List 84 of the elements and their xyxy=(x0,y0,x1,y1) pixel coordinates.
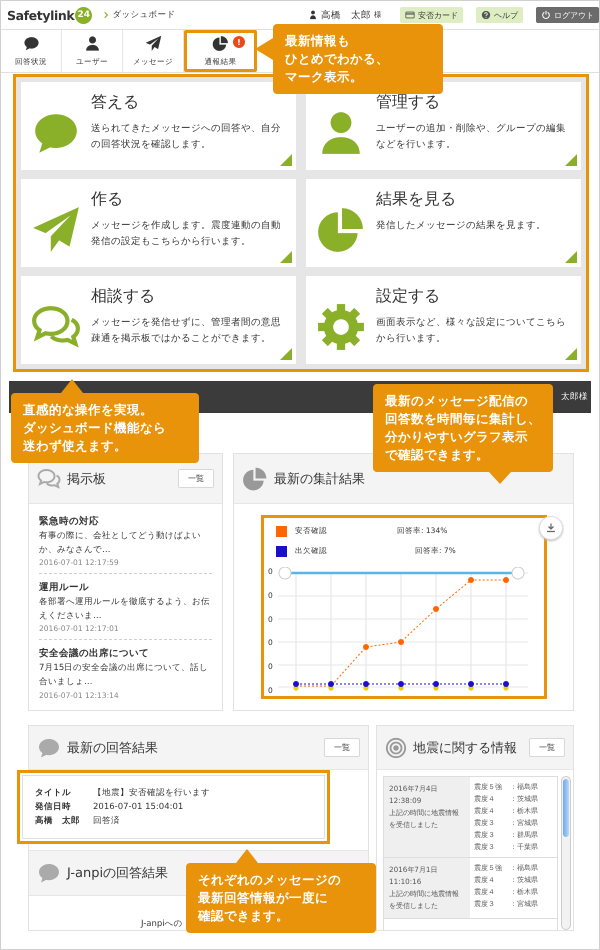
logo-text[interactable]: Safetylink xyxy=(7,8,74,22)
corner-mark xyxy=(280,348,292,360)
post-excerpt: 各部署へ運用ルールを徹底するよう、お伝えくださいま… xyxy=(39,596,211,623)
user-name: 高橋 太郎 xyxy=(321,8,371,22)
field-label: 高橋 太郎 xyxy=(35,814,81,828)
list-button[interactable]: 一覧 xyxy=(178,469,214,488)
corner-mark xyxy=(565,348,577,360)
card-description: メッセージを発信せずに、管理者間の意思疎通を掲示板ではかることができます。 xyxy=(91,316,282,346)
menu-card[interactable]: 作る メッセージを作成します。震度連動の自動発信の設定もこちらから行います。 xyxy=(21,179,296,267)
panel-title: J-anpiの回答結果 xyxy=(67,865,168,882)
menu-card[interactable]: 相談する メッセージを発信せずに、管理者間の意思疎通を掲示板ではかることができます。 xyxy=(21,276,296,364)
callout-text: ダッシュボード機能なら xyxy=(23,419,166,437)
pie-chart-icon xyxy=(316,205,366,255)
callout-text: 直感的な操作を実現。 xyxy=(23,401,153,419)
download-icon xyxy=(545,522,557,534)
card-description: 画面表示など、様々な設定についてこちらから行います。 xyxy=(376,316,567,346)
panel-title: 掲示板 xyxy=(67,470,106,488)
callout-text: 迷わず使えます。 xyxy=(23,437,127,455)
post-excerpt: 有事の際に、会社としてどう動けばよいか、みなさんで… xyxy=(39,530,202,557)
chevron-icon xyxy=(102,11,110,19)
id-card-icon xyxy=(405,10,415,20)
callout-text: 分かりやすいグラフ表示 xyxy=(385,428,528,446)
panel-title: 最新の集計結果 xyxy=(274,470,365,488)
target-icon xyxy=(385,736,407,758)
list-button[interactable]: 一覧 xyxy=(324,738,360,757)
janpi-message: J-anpiへの xyxy=(141,919,183,930)
person-icon xyxy=(84,35,100,52)
post-title[interactable]: 安全会議の出席について xyxy=(39,647,212,660)
pie-chart-icon xyxy=(212,35,229,52)
list-button[interactable]: 一覧 xyxy=(529,738,565,757)
logo-badge: 24 xyxy=(75,6,92,24)
corner-mark xyxy=(565,154,577,166)
speech-bubble-icon xyxy=(37,861,61,886)
callout-text: ひとめでわかる、 xyxy=(285,50,389,68)
menu-card[interactable]: 答える 送られてきたメッセージへの回答や、自分の回答状況を確認します。 xyxy=(21,82,296,170)
speech-bubbles-icon xyxy=(37,466,61,490)
scrollbar[interactable] xyxy=(561,776,571,930)
card-title: 管理する xyxy=(376,92,441,113)
corner-mark xyxy=(565,251,577,263)
menu-card[interactable]: 設定する 画面表示など、様々な設定についてこちらから行います。 xyxy=(306,276,581,364)
field-label: タイトル xyxy=(35,787,72,800)
panel-title: 地震に関する情報 xyxy=(413,740,517,756)
card-description: 送られてきたメッセージへの回答や、自分の回答状況を確認します。 xyxy=(91,122,282,152)
breadcrumb[interactable]: ダッシュボード xyxy=(112,9,176,21)
corner-mark xyxy=(280,154,292,166)
card-title: 作る xyxy=(91,189,124,210)
callout-text: 最新のメッセージ配信の xyxy=(385,392,528,410)
callout-text: それぞれのメッセージの xyxy=(198,871,341,889)
settings-icon xyxy=(316,302,366,352)
callout-text: 最新回答情報が一度に xyxy=(198,889,328,907)
card-title: 相談する xyxy=(91,286,156,307)
post-excerpt: 7月15日の安全会議の出席について、話し合いましょ… xyxy=(39,662,210,689)
card-title: 設定する xyxy=(376,286,441,307)
card-description: 発信したメッセージの結果を見ます。 xyxy=(376,219,546,233)
callout-text: で確認できます。 xyxy=(385,446,489,464)
card-description: メッセージを作成します。震度連動の自動発信の設定もこちらから行います。 xyxy=(91,219,282,249)
alert-badge: ! xyxy=(233,36,245,48)
field-value: 回答済 xyxy=(93,814,120,828)
callout-text: 最新情報も xyxy=(285,32,350,50)
field-label: 発信日時 xyxy=(35,800,72,814)
card-title: 結果を見る xyxy=(376,189,457,210)
callout-text: 回答数を時間毎に集計し、 xyxy=(385,410,541,428)
user-name: 太郎様 xyxy=(561,391,588,403)
post-title[interactable]: 緊急時の対応 xyxy=(39,515,212,528)
corner-mark xyxy=(280,251,292,263)
field-value: 【地震】安否確認を行います xyxy=(93,786,210,800)
card-button[interactable]: 安否カード xyxy=(400,7,463,23)
card-title: 答える xyxy=(91,92,140,113)
download-button[interactable] xyxy=(539,516,563,540)
person-icon xyxy=(308,10,318,20)
help-icon xyxy=(481,10,491,20)
logout-button[interactable]: ログアウト xyxy=(536,7,599,23)
post-title[interactable]: 運用ルール xyxy=(39,581,212,594)
paper-plane-icon xyxy=(144,35,162,52)
callout-text: 確認できます。 xyxy=(198,907,289,925)
menu-card[interactable]: 管理する ユーザーの追加・削除や、グループの編集などを行います。 xyxy=(306,82,581,170)
card-description: ユーザーの追加・削除や、グループの編集などを行います。 xyxy=(376,122,567,152)
help-button[interactable]: ヘルプ xyxy=(476,7,523,23)
menu-card[interactable]: 結果を見る 発信したメッセージの結果を見ます。 xyxy=(306,179,581,267)
pie-chart-icon xyxy=(242,466,268,492)
panel-title: 最新の回答結果 xyxy=(67,740,158,756)
speech-bubble-icon xyxy=(22,35,40,52)
power-icon xyxy=(541,10,551,20)
field-value: 2016-07-01 15:04:01 xyxy=(93,801,184,814)
